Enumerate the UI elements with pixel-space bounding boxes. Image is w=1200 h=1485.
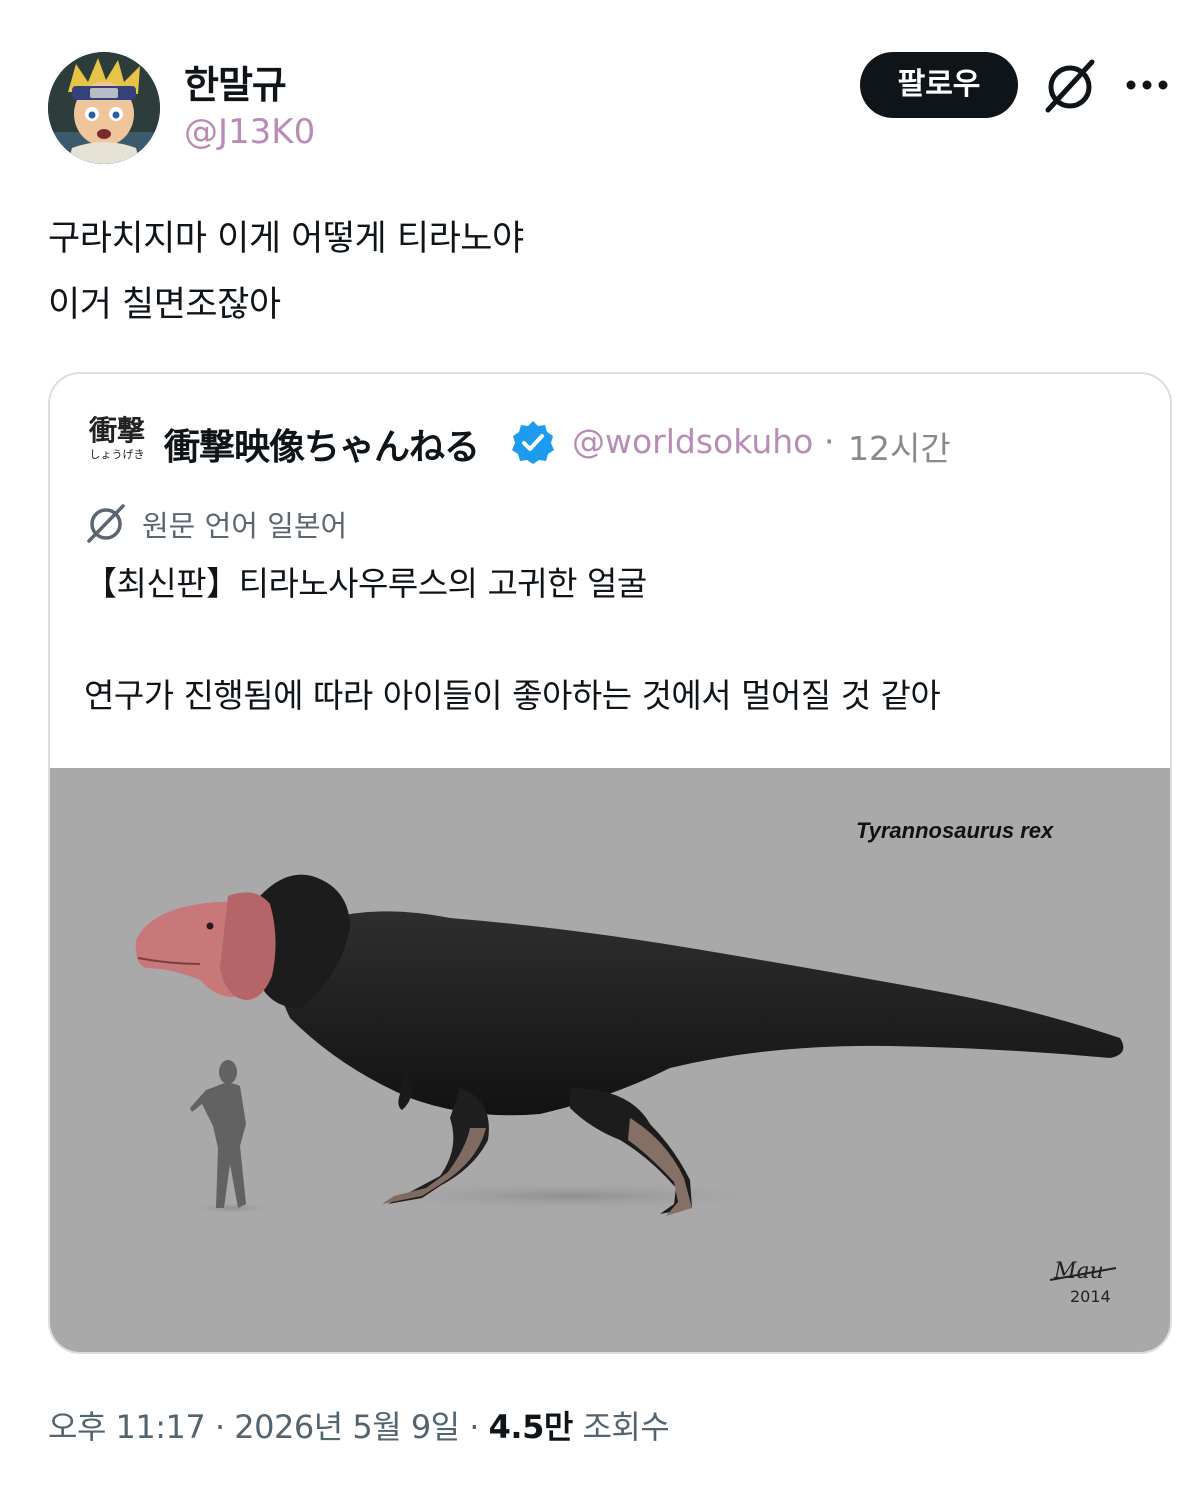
separator-dot: · <box>214 1408 225 1446</box>
quote-media-image[interactable]: Tyrannosaurus rex Mau 2014 <box>50 768 1170 1352</box>
author-avatar[interactable] <box>48 52 160 164</box>
grok-slash-icon[interactable] <box>1040 56 1100 116</box>
verified-badge-icon <box>510 419 556 465</box>
tweet-date[interactable]: 2026년 5월 9일 <box>234 1408 460 1446</box>
quote-line <box>84 612 1144 668</box>
separator-dot: · <box>469 1408 479 1446</box>
quote-author-handle[interactable]: @worldsokuho <box>572 422 813 461</box>
avatar-image <box>48 52 160 164</box>
quote-avatar-text: 衝撃 <box>88 414 145 447</box>
quote-timestamp[interactable]: 12시간 <box>848 422 951 470</box>
more-dots-icon[interactable] <box>1120 60 1174 110</box>
quote-author-avatar[interactable]: 衝撃 しょうげき <box>82 414 152 478</box>
author-name[interactable]: 한말규 <box>184 54 287 109</box>
tweet-text: 구라치지마 이게 어떻게 티라노야 이거 칠면조잖아 <box>48 206 1148 338</box>
artist-year: 2014 <box>1070 1287 1111 1306</box>
views-count: 4.5만 <box>488 1408 574 1446</box>
quote-text: 【최신판】티라노사우루스의 고귀한 얼굴 연구가 진행됨에 따라 아이들이 좋아… <box>84 556 1144 724</box>
human-silhouette <box>190 1060 246 1208</box>
views-label: 조회수 <box>582 1408 670 1446</box>
follow-button[interactable]: 팔로우 <box>860 52 1018 118</box>
tweet-meta: 오후 11:17 · 2026년 5월 9일 · 4.5만 조회수 <box>48 1402 670 1448</box>
separator-dot: · <box>824 422 835 461</box>
quoted-tweet-card[interactable]: 衝撃 しょうげき 衝撃映像ちゃんねる @worldsokuho · 12시간 원… <box>48 372 1172 1354</box>
tweet-line: 이거 칠면조잖아 <box>48 285 281 325</box>
grok-slash-icon <box>87 504 125 543</box>
tweet-line: 구라치지마 이게 어떻게 티라노야 <box>48 219 524 259</box>
author-handle[interactable]: @J13K0 <box>184 112 315 152</box>
dinosaur-illustration: Tyrannosaurus rex Mau 2014 <box>135 818 1124 1306</box>
quote-author-name[interactable]: 衝撃映像ちゃんねる <box>164 418 480 470</box>
quote-line: 연구가 진행됨에 따라 아이들이 좋아하는 것에서 멀어질 것 같아 <box>84 676 941 715</box>
quote-line: 【최신판】티라노사우루스의 고귀한 얼굴 <box>84 564 647 603</box>
media-caption: Tyrannosaurus rex <box>856 818 1054 843</box>
translate-label: 원문 언어 일본어 <box>142 509 348 543</box>
tweet-time[interactable]: 오후 11:17 <box>48 1408 206 1446</box>
quote-avatar-kana: しょうげき <box>89 448 145 461</box>
